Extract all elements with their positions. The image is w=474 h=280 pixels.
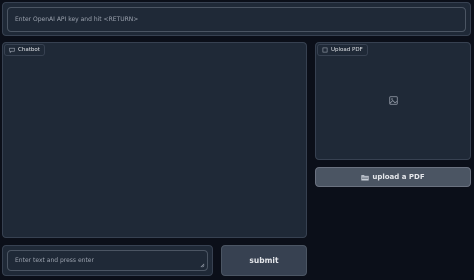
image-icon	[389, 96, 398, 105]
chatbot-label-text: Chatbot	[18, 47, 40, 53]
chat-icon	[9, 47, 15, 53]
message-input[interactable]: Enter text and press enter	[7, 250, 208, 271]
submit-button[interactable]: submit	[221, 245, 307, 276]
api-key-placeholder: Enter OpenAI API key and hit <RETURN>	[15, 16, 139, 23]
message-panel: Enter text and press enter	[2, 245, 213, 276]
api-key-input[interactable]: Enter OpenAI API key and hit <RETURN>	[7, 7, 466, 32]
resize-handle-icon[interactable]	[200, 263, 205, 268]
upload-pdf-panel[interactable]: Upload PDF	[315, 42, 471, 160]
chatbot-panel: Chatbot	[2, 42, 307, 238]
message-placeholder: Enter text and press enter	[15, 257, 94, 264]
chatbot-label: Chatbot	[4, 44, 45, 56]
folder-icon	[361, 174, 370, 180]
api-key-panel: Enter OpenAI API key and hit <RETURN>	[2, 2, 471, 36]
upload-pdf-button-label: upload a PDF	[372, 173, 425, 181]
submit-button-label: submit	[249, 256, 279, 265]
upload-pdf-label: Upload PDF	[317, 44, 368, 56]
file-icon	[322, 47, 328, 53]
upload-pdf-label-text: Upload PDF	[331, 47, 363, 53]
upload-pdf-button[interactable]: upload a PDF	[315, 167, 471, 187]
